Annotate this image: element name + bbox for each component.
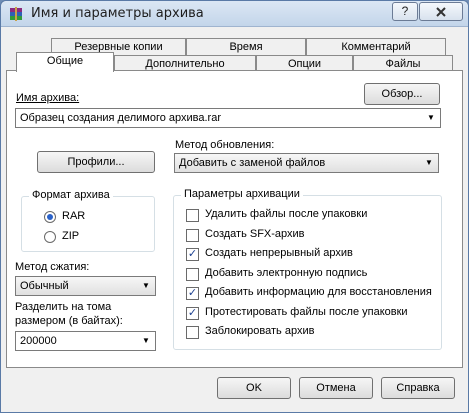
option-checkbox[interactable]: ✓ <box>186 306 199 320</box>
archive-options-group: Параметры архивации Удалить файлы после … <box>173 188 442 350</box>
option-checkbox[interactable]: ✓ <box>186 287 199 300</box>
option-label[interactable]: Добавить информацию для восстановления <box>205 286 432 298</box>
update-method-select[interactable]: Добавить с заменой файлов ▼ <box>174 153 439 173</box>
option-checkbox[interactable] <box>186 228 199 242</box>
zip-radio[interactable] <box>44 231 56 243</box>
title-bar[interactable]: Имя и параметры архива ? <box>1 1 468 27</box>
option-label[interactable]: Протестировать файлы после упаковки <box>205 306 408 318</box>
option-checkbox[interactable] <box>186 209 199 222</box>
cancel-button[interactable]: Отмена <box>299 377 373 399</box>
tab-comment[interactable]: Комментарий <box>306 38 446 55</box>
option-checkbox[interactable] <box>186 267 199 281</box>
compression-label: Метод сжатия: <box>15 261 90 273</box>
split-label-line2: размером (в байтах): <box>15 315 123 327</box>
close-button[interactable] <box>419 2 463 21</box>
split-size-value: 200000 <box>20 335 57 347</box>
update-method-value: Добавить с заменой файлов <box>179 157 326 169</box>
chevron-down-icon[interactable]: ▼ <box>422 109 440 127</box>
tab-label: Опции <box>287 58 322 70</box>
browse-button[interactable]: Обзор... <box>364 83 440 105</box>
zip-label[interactable]: ZIP <box>62 230 79 242</box>
chevron-down-icon[interactable]: ▼ <box>137 277 155 295</box>
archive-format-group: Формат архива RAR ZIP <box>21 189 155 252</box>
compression-select[interactable]: Обычный ▼ <box>15 276 156 296</box>
chevron-down-icon[interactable]: ▼ <box>137 332 155 350</box>
option-label[interactable]: Добавить электронную подпись <box>205 267 367 279</box>
option-label[interactable]: Создать SFX-архив <box>205 228 305 240</box>
tab-label: Файлы <box>385 58 421 70</box>
close-icon <box>436 7 446 17</box>
option-label[interactable]: Создать непрерывный архив <box>205 247 353 259</box>
general-tab-panel: Имя архива: Обзор... Образец создания де… <box>6 70 463 368</box>
archive-name-label: Имя архива: <box>16 92 80 104</box>
archive-name-field[interactable]: Образец создания делимого архива.rar ▼ <box>15 108 441 128</box>
tab-label: Общие <box>46 55 84 67</box>
profiles-button[interactable]: Профили... <box>37 151 155 173</box>
option-label[interactable]: Заблокировать архив <box>205 325 314 337</box>
archive-dialog: Имя и параметры архива ? Резервные копии… <box>0 0 469 413</box>
tab-label: Комментарий <box>341 41 411 53</box>
winrar-books-icon <box>10 7 22 21</box>
tab-time[interactable]: Время <box>186 38 306 55</box>
option-label[interactable]: Удалить файлы после упаковки <box>205 208 367 220</box>
chevron-down-icon[interactable]: ▼ <box>420 154 438 172</box>
ok-button[interactable]: OK <box>217 377 291 399</box>
tab-label: Дополнительно <box>145 58 225 70</box>
compression-value: Обычный <box>20 280 69 292</box>
archive-name-value: Образец создания делимого архива.rar <box>20 112 222 124</box>
tab-general[interactable]: Общие <box>16 52 114 72</box>
option-checkbox[interactable] <box>186 326 199 339</box>
help-title-button[interactable]: ? <box>392 2 418 21</box>
tab-label: Время <box>229 41 263 53</box>
rar-radio[interactable] <box>44 211 56 223</box>
archive-options-title: Параметры архивации <box>181 188 303 200</box>
rar-label[interactable]: RAR <box>62 210 85 222</box>
split-label-line1: Разделить на тома <box>15 301 112 313</box>
update-method-label: Метод обновления: <box>175 139 275 151</box>
help-button[interactable]: Справка <box>381 377 455 399</box>
archive-format-title: Формат архива <box>29 189 113 201</box>
split-size-field[interactable]: 200000 ▼ <box>15 331 156 351</box>
window-title: Имя и параметры архива <box>31 6 204 21</box>
option-checkbox[interactable]: ✓ <box>186 248 199 261</box>
